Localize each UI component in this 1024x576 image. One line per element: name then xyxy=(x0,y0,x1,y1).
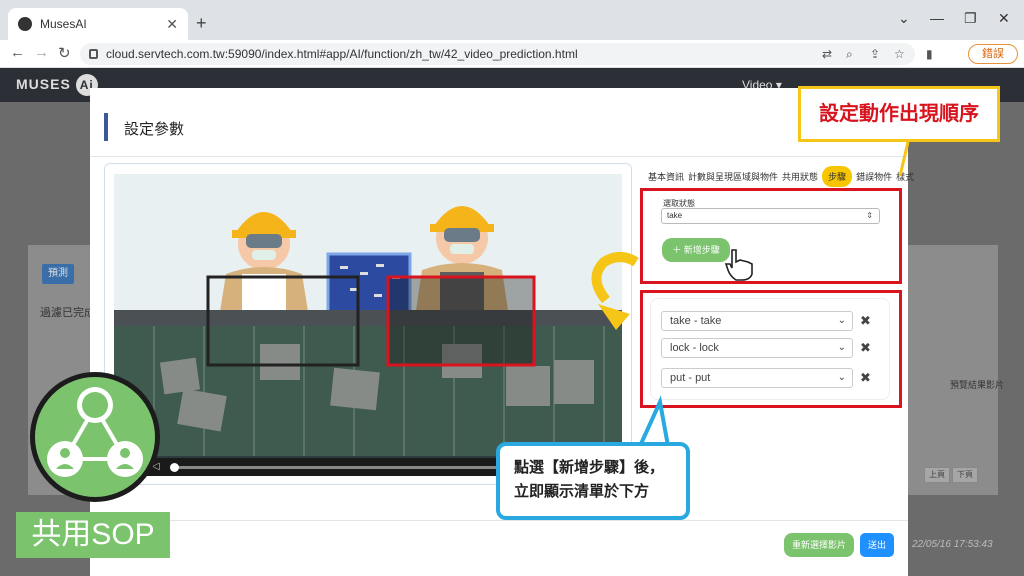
bubble-line-2: 立即顯示清單於下方 xyxy=(514,483,650,500)
top-callout: 設定動作出現順序 xyxy=(798,86,1000,142)
network-people-icon xyxy=(47,387,143,477)
sop-badge xyxy=(30,372,160,502)
bubble-line-1: 點選【新增步驟】後， xyxy=(514,459,665,476)
instruction-bubble: 點選【新增步驟】後， 立即顯示清單於下方 xyxy=(496,442,690,520)
sop-label: 共用SOP xyxy=(16,512,170,558)
